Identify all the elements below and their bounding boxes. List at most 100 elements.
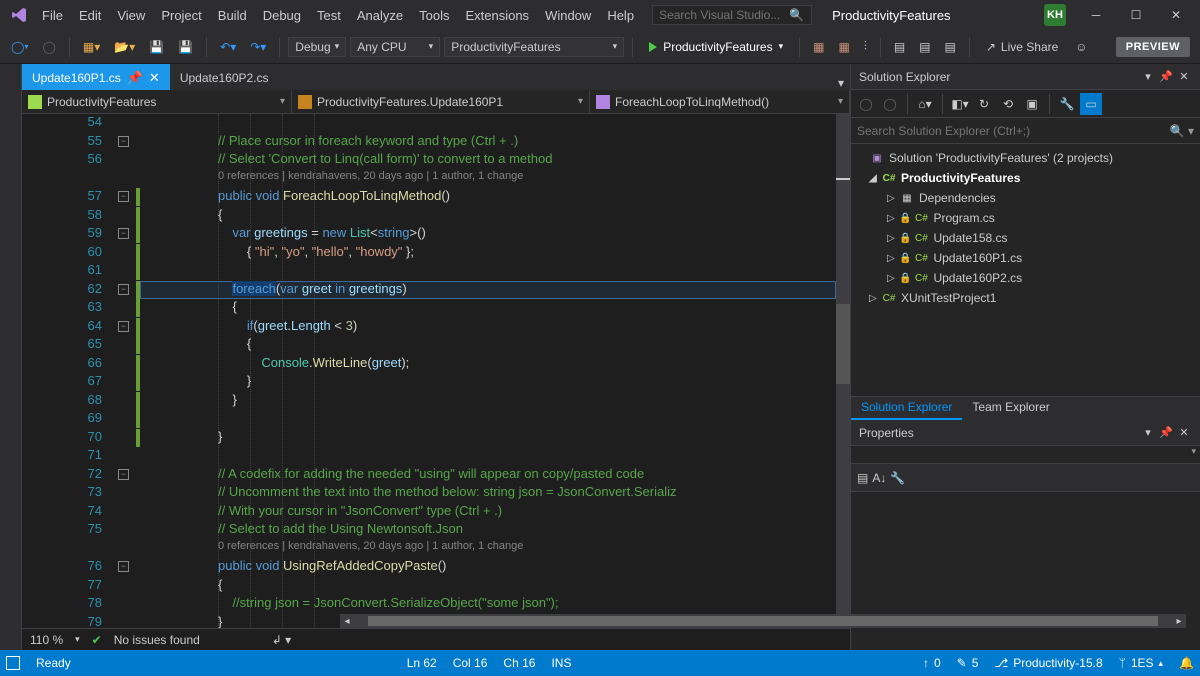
menu-window[interactable]: Window [537, 4, 599, 27]
scroll-right-icon[interactable]: ▸ [1172, 616, 1186, 627]
user-avatar[interactable]: KH [1044, 4, 1066, 26]
fold-toggle-icon[interactable]: − [118, 561, 129, 572]
code-line[interactable]: { [218, 299, 836, 314]
menu-test[interactable]: Test [309, 4, 349, 27]
new-project-icon[interactable]: ▦▾ [78, 37, 105, 57]
solution-explorer-search[interactable]: 🔍 ▾ [851, 118, 1200, 144]
platform-dropdown[interactable]: Any CPU▾ [350, 37, 440, 57]
se-search-input[interactable] [857, 124, 1166, 138]
tab-solution-explorer[interactable]: Solution Explorer [851, 397, 962, 420]
code-line[interactable]: public void UsingRefAddedCopyPaste() [218, 558, 836, 573]
nav-forward-icon[interactable]: ◯ [37, 37, 60, 57]
menu-edit[interactable]: Edit [71, 4, 109, 27]
fold-toggle-icon[interactable]: − [118, 469, 129, 480]
tree-deps-row[interactable]: ▷▦Dependencies [851, 188, 1200, 208]
fold-toggle-icon[interactable]: − [118, 228, 129, 239]
code-line[interactable]: } [218, 392, 836, 407]
code-line[interactable]: { "hi", "yo", "hello", "howdy" }; [218, 244, 836, 259]
output-icon[interactable] [6, 656, 20, 670]
horizontal-scrollbar[interactable]: ◂ ▸ [340, 614, 1186, 628]
menu-help[interactable]: Help [599, 4, 642, 27]
status-lang[interactable]: ᛘ1ES▴ [1119, 656, 1163, 670]
line-endings-icon[interactable]: ↲ ▾ [272, 633, 291, 647]
codelens-text[interactable]: 0 references | kendrahavens, 20 days ago… [218, 170, 836, 182]
toolbar-icon[interactable]: ▦ [808, 37, 829, 57]
panel-close-icon[interactable]: ✕ [1176, 425, 1192, 441]
code-line[interactable]: // Place cursor in foreach keyword and t… [218, 133, 836, 148]
tab-pin-icon[interactable]: 📌 [127, 70, 143, 86]
se-properties-icon[interactable]: 🔧 [1056, 93, 1078, 115]
close-button[interactable]: ✕ [1156, 1, 1196, 29]
code-line[interactable]: Console.WriteLine(greet); [218, 355, 836, 370]
issues-status[interactable]: No issues found [114, 633, 200, 647]
code-line[interactable]: foreach(var greet in greetings) [218, 281, 836, 296]
status-publish[interactable]: ↑0 [923, 656, 941, 670]
scroll-thumb[interactable] [836, 304, 850, 384]
menu-file[interactable]: File [34, 4, 71, 27]
tree-file-row[interactable]: ▷🔒C#Program.cs [851, 208, 1200, 228]
nav-member-dropdown[interactable]: ForeachLoopToLinqMethod()▾ [590, 90, 850, 113]
live-share-button[interactable]: ↗Live Share [978, 40, 1066, 54]
toolbar-icon[interactable]: ▤ [940, 37, 961, 57]
fold-toggle-icon[interactable]: − [118, 136, 129, 147]
feedback-icon[interactable]: ☺ [1070, 37, 1092, 57]
preview-badge[interactable]: PREVIEW [1116, 37, 1190, 57]
code-line[interactable]: { [218, 577, 836, 592]
code-editor[interactable]: 5455−// Place cursor in foreach keyword … [22, 114, 850, 628]
zoom-dropdown-icon[interactable]: ▾ [75, 634, 80, 645]
se-back-icon[interactable]: ◯ [855, 93, 877, 115]
active-files-dropdown-icon[interactable]: ▾ [832, 76, 850, 90]
se-refresh-icon[interactable]: ⟲ [997, 93, 1019, 115]
code-line[interactable]: //string json = JsonConvert.SerializeObj… [218, 595, 836, 610]
panel-options-icon[interactable]: ▾ [1140, 69, 1156, 85]
nav-type-dropdown[interactable]: ProductivityFeatures.Update160P1▾ [292, 90, 590, 113]
vertical-scrollbar[interactable] [836, 114, 850, 628]
document-tab[interactable]: Update160P2.cs [170, 64, 279, 90]
props-categorize-icon[interactable]: ▤ [857, 471, 868, 485]
scroll-left-icon[interactable]: ◂ [340, 616, 354, 627]
code-line[interactable]: // Select 'Convert to Linq(call form)' t… [218, 151, 836, 166]
status-ins[interactable]: INS [551, 656, 571, 670]
toolbar-icon[interactable]: ▤ [889, 37, 910, 57]
status-branch[interactable]: ⎇Productivity-15.8 [994, 656, 1102, 670]
status-col[interactable]: Col 16 [453, 656, 488, 670]
code-line[interactable]: // A codefix for adding the needed "usin… [218, 466, 836, 481]
code-line[interactable]: // With your cursor in "JsonConvert" typ… [218, 503, 836, 518]
maximize-button[interactable]: ☐ [1116, 1, 1156, 29]
se-sync-icon[interactable]: ↻ [973, 93, 995, 115]
menu-project[interactable]: Project [153, 4, 209, 27]
menu-build[interactable]: Build [210, 4, 255, 27]
minimize-button[interactable]: ─ [1076, 1, 1116, 29]
status-ln[interactable]: Ln 62 [407, 656, 437, 670]
menu-extensions[interactable]: Extensions [457, 4, 537, 27]
panel-pin-icon[interactable]: 📌 [1158, 425, 1174, 441]
fold-toggle-icon[interactable]: − [118, 284, 129, 295]
nav-project-dropdown[interactable]: ProductivityFeatures▾ [22, 90, 292, 113]
tree-file-row[interactable]: ▷🔒C#Update158.cs [851, 228, 1200, 248]
menu-debug[interactable]: Debug [255, 4, 309, 27]
toolbar-icon[interactable]: ⫶ [859, 36, 872, 57]
code-line[interactable]: { [218, 336, 836, 351]
code-line[interactable]: // Select to add the Using Newtonsoft.Js… [218, 521, 836, 536]
config-dropdown[interactable]: Debug▾ [288, 37, 346, 57]
chevron-down-icon[interactable]: ▾ [1191, 446, 1196, 463]
toolbar-icon[interactable]: ▤ [914, 37, 935, 57]
scroll-thumb[interactable] [368, 616, 1158, 626]
props-wrench-icon[interactable]: 🔧 [890, 471, 905, 485]
se-preview-icon[interactable]: ▭ [1080, 93, 1102, 115]
save-all-icon[interactable]: 💾 [173, 37, 198, 57]
quick-launch-input[interactable] [659, 8, 789, 22]
fold-toggle-icon[interactable]: − [118, 321, 129, 332]
code-line[interactable]: public void ForeachLoopToLinqMethod() [218, 188, 836, 203]
toolbar-icon[interactable]: ▦ [833, 37, 854, 57]
tree-sln-row[interactable]: ▣Solution 'ProductivityFeatures' (2 proj… [851, 148, 1200, 168]
se-collapse-icon[interactable]: ▣ [1021, 93, 1043, 115]
tree-project-row[interactable]: ▷C#XUnitTestProject1 [851, 288, 1200, 308]
zoom-level[interactable]: 110 % [30, 633, 63, 647]
menu-view[interactable]: View [109, 4, 153, 27]
menu-analyze[interactable]: Analyze [349, 4, 411, 27]
code-line[interactable]: // Uncomment the text into the method be… [218, 484, 836, 499]
undo-icon[interactable]: ↶▾ [215, 37, 241, 57]
document-tab[interactable]: Update160P1.cs📌✕ [22, 64, 170, 90]
tree-file-row[interactable]: ▷🔒C#Update160P1.cs [851, 248, 1200, 268]
